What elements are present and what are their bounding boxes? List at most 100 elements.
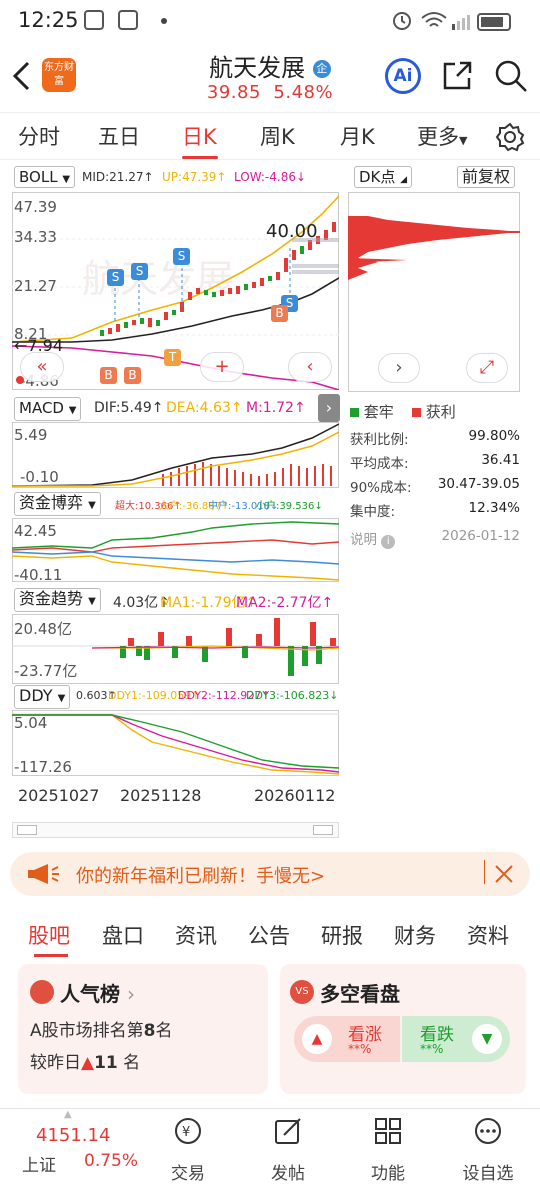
double-chevron-left-icon: «	[36, 356, 48, 377]
ranking-icon	[30, 980, 54, 1004]
fund-trend-selector[interactable]: 资金趋势 ▼	[14, 588, 101, 612]
index-value[interactable]: 4151.14	[36, 1125, 110, 1146]
chevron-right-icon: ›	[325, 398, 333, 417]
tab-monthly-k[interactable]: 月K	[340, 121, 375, 151]
next-button[interactable]: ›	[378, 353, 420, 383]
tab-more[interactable]: 更多▼	[417, 121, 467, 151]
legend-swatch	[350, 408, 359, 417]
macd-selector[interactable]: MACD ▼	[14, 397, 82, 421]
nav-trade-label: 交易	[171, 1164, 205, 1184]
buy-signal-badge[interactable]: B	[100, 367, 117, 384]
tab-weekly-k[interactable]: 周K	[260, 121, 295, 151]
bull-pct: **%	[348, 1042, 372, 1056]
app-notification-icon	[118, 10, 138, 30]
share-icon[interactable]	[441, 60, 473, 92]
gear-icon[interactable]	[495, 122, 525, 152]
chevron-left-icon: ‹	[306, 356, 314, 377]
sell-signal-badge[interactable]: S	[107, 269, 124, 286]
legend-profit-label: 获利	[425, 403, 456, 421]
ddy-selector[interactable]: DDY ▼	[14, 685, 71, 709]
stat-profit-ratio: 获利比例: 99.80%	[350, 428, 520, 448]
tab-news[interactable]: 资讯	[175, 920, 217, 950]
nav-post[interactable]: 发帖	[248, 1109, 328, 1201]
tab-five-day[interactable]: 五日	[98, 121, 140, 151]
tab-announcements[interactable]: 公告	[248, 920, 290, 950]
stat-label: 90%成本:	[350, 480, 412, 496]
fund-game-selector[interactable]: 资金博弈 ▼	[14, 492, 101, 516]
tab-research[interactable]: 研报	[321, 920, 363, 950]
stock-change: 5.48%	[273, 82, 334, 103]
caret-down-icon: ▼	[459, 134, 468, 147]
dk-selector-label: DK点	[359, 168, 396, 186]
bull-button[interactable]: ▲ 看涨 **%	[294, 1016, 400, 1062]
nav-watchlist[interactable]: 设自选	[448, 1109, 528, 1201]
dk-selector[interactable]: DK点 ◢	[354, 166, 413, 188]
rank-change-suffix: 名	[123, 1053, 141, 1073]
boll-selector-label: BOLL	[19, 168, 58, 186]
ai-button[interactable]: Ai	[385, 58, 421, 94]
legend-swatch	[412, 408, 421, 417]
t-signal-badge[interactable]: T	[164, 349, 181, 366]
fullscreen-button[interactable]: ⤢	[466, 353, 508, 383]
vs-icon: VS	[290, 980, 314, 1004]
nav-functions[interactable]: 功能	[348, 1109, 428, 1201]
expand-icon: ⤢	[479, 357, 495, 378]
rank-change-prefix: 较昨日	[30, 1053, 81, 1073]
popularity-card[interactable]: 人气榜 › A股市场排名第8名 较昨日▲11 名	[18, 964, 268, 1094]
scroll-left-button[interactable]: «	[20, 352, 64, 382]
buy-signal-badge[interactable]: B	[124, 367, 141, 384]
bull-bear-card: VS 多空看盘 ▲ 看涨 **% 看跌 **% ▼	[280, 964, 526, 1094]
bear-button[interactable]: 看跌 **% ▼	[402, 1016, 510, 1062]
rank-value: 8	[143, 1021, 156, 1041]
panel-expand-button[interactable]: ›	[318, 394, 340, 422]
date-mid: 20251128	[120, 786, 202, 805]
enterprise-badge: 企	[312, 60, 331, 78]
sell-signal-badge[interactable]: S	[131, 263, 148, 280]
bottom-nav: ▲ 4151.14 上证 0.75% ¥ 交易 发帖 功能 设自选	[0, 1108, 540, 1200]
grid-icon	[375, 1118, 401, 1144]
active-subtab-indicator	[34, 954, 68, 957]
rank-change-line: 较昨日▲11 名	[30, 1048, 140, 1073]
sell-signal-badge[interactable]: S	[173, 248, 190, 265]
zoom-in-button[interactable]: +	[200, 352, 244, 382]
restore-rights-button[interactable]: 前复权	[457, 166, 516, 188]
divider	[484, 860, 485, 884]
buy-signal-badge[interactable]: B	[271, 305, 288, 322]
step-left-button[interactable]: ‹	[288, 352, 332, 382]
search-icon[interactable]	[493, 58, 529, 94]
tab-intraday[interactable]: 分时	[18, 121, 60, 151]
caret-down-icon: ▼	[62, 174, 71, 185]
legend-trapped-label: 套牢	[363, 403, 394, 421]
fund-trend-label: 资金趋势	[19, 589, 84, 608]
promo-banner[interactable]: 你的新年福利已刷新！手慢无>	[10, 852, 530, 896]
stat-label: 集中度:	[350, 504, 396, 520]
info-icon: i	[381, 535, 396, 549]
range-scrollbar[interactable]	[12, 822, 339, 838]
caret-down-icon: ▼	[68, 405, 77, 416]
tab-profile[interactable]: 资料	[467, 920, 509, 950]
legend-profit: 获利	[412, 401, 456, 422]
nav-trade[interactable]: ¥ 交易	[148, 1109, 228, 1201]
close-icon[interactable]	[494, 864, 514, 884]
tab-quotes[interactable]: 盘口	[102, 920, 144, 950]
nav-functions-label: 功能	[371, 1164, 405, 1184]
stock-title: 航天发展	[209, 54, 306, 82]
tab-guba[interactable]: 股吧	[28, 920, 70, 950]
tab-daily-k[interactable]: 日K	[182, 121, 217, 151]
popularity-title-text: 人气榜	[60, 982, 120, 1006]
dk-note-row[interactable]: 说明 i 2026-01-12	[350, 528, 520, 549]
stat-value: 99.80%	[468, 428, 520, 444]
pull-up-icon[interactable]: ▲	[64, 1109, 72, 1120]
index-name: 上证	[22, 1156, 56, 1176]
tab-finance[interactable]: 财务	[394, 920, 436, 950]
trade-icon: ¥	[175, 1118, 201, 1144]
ddy-axis-top: 5.04	[14, 714, 48, 732]
popularity-title: 人气榜 ›	[60, 978, 135, 1007]
range-handle-left[interactable]	[17, 825, 37, 835]
range-handle-right[interactable]	[313, 825, 333, 835]
boll-selector[interactable]: BOLL ▼	[14, 166, 76, 188]
stat-value: 36.41	[481, 452, 520, 468]
dk-date: 2026-01-12	[441, 528, 520, 544]
caret-down-icon: ▼	[88, 500, 96, 511]
macd-selector-label: MACD	[19, 399, 64, 417]
